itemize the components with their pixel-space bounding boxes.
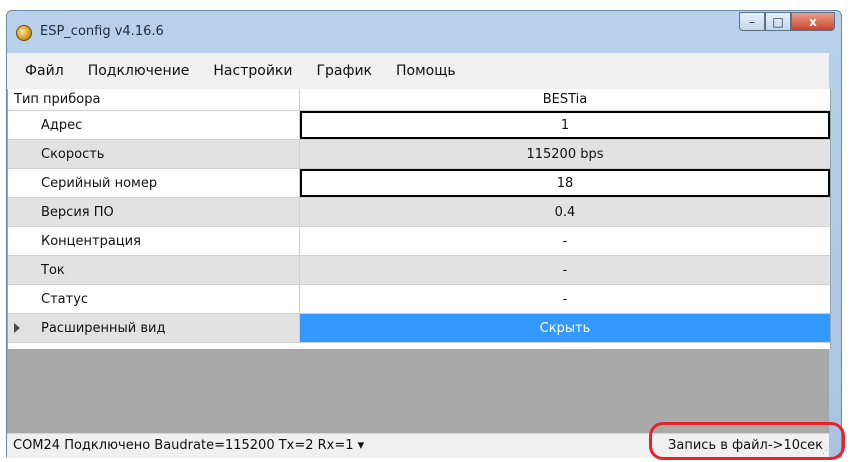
menu-file[interactable]: Файл [25,63,64,79]
speed-value[interactable]: 115200 bps [300,140,830,168]
menu-help[interactable]: Помощь [396,63,456,79]
property-row-speed: Скорость 115200 bps [8,140,830,169]
maximize-button[interactable]: □ [765,12,791,31]
address-input[interactable]: 1 [300,111,830,139]
property-label: Тип прибора [8,89,300,110]
close-button[interactable]: x [791,12,835,31]
menu-bar: Файл Подключение Настройки График Помощь [7,53,829,90]
property-row-serial: Серийный номер 18 [8,169,830,198]
property-value: BESTia [542,92,588,107]
serial-number-input[interactable]: 18 [300,169,830,197]
property-row-firmware: Версия ПО 0.4 [8,198,830,227]
property-label: Расширенный вид [8,314,300,342]
window-title: ESP_config v4.16.6 [40,24,164,39]
title-bar[interactable]: ESP_config v4.16.6 – □ x [7,11,841,53]
empty-grid-area [7,349,829,433]
property-row-current: Ток - [8,256,830,285]
menu-chart[interactable]: График [316,63,372,79]
firmware-value: 0.4 [554,204,576,220]
property-label: Статус [8,285,300,313]
menu-settings[interactable]: Настройки [213,63,292,79]
hide-option[interactable]: Скрыть [300,314,830,342]
expand-arrow-icon[interactable] [14,323,20,333]
minimize-button[interactable]: – [739,12,765,31]
property-label: Ток [8,256,300,284]
app-window: ESP_config v4.16.6 – □ x Файл Подключени… [6,10,842,458]
red-highlight-annotation [649,422,845,460]
property-row-extended-view[interactable]: Расширенный вид Скрыть [8,314,830,343]
property-row-address: Адрес 1 [8,111,830,140]
property-label: Серийный номер [8,169,300,197]
concentration-value: - [562,233,568,249]
property-label: Адрес [8,111,300,139]
status-value: - [562,291,568,307]
property-label: Концентрация [8,227,300,255]
extended-view-label: Расширенный вид [41,320,166,336]
property-label: Версия ПО [8,198,300,226]
property-row-status: Статус - [8,285,830,314]
connection-status-dropdown[interactable]: COM24 Подключено Baudrate=115200 Tx=2 Rx… [13,438,364,453]
current-value: - [562,262,568,278]
property-row-concentration: Концентрация - [8,227,830,256]
property-grid: Тип прибора BESTia Адрес 1 Скорость 1152… [7,89,831,349]
property-row-device-type: Тип прибора BESTia [8,89,830,111]
menu-connection[interactable]: Подключение [88,63,190,79]
app-icon [16,25,32,41]
property-label: Скорость [8,140,300,168]
window-controls: – □ x [739,12,835,32]
